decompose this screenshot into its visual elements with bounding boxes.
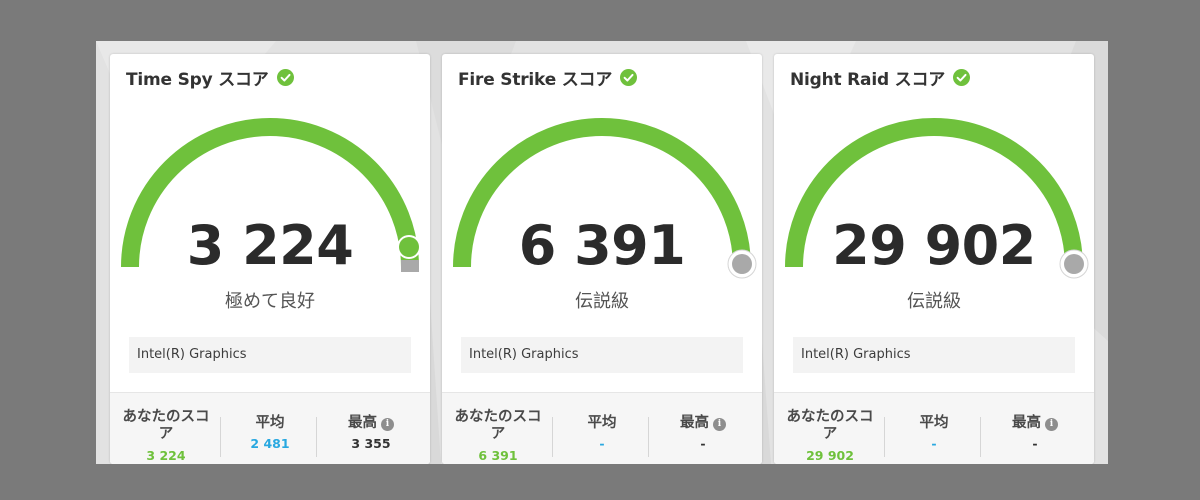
max-value: - <box>1032 436 1038 451</box>
gpu-name: Intel(R) Graphics <box>461 337 743 373</box>
average-stat: 平均 - <box>552 415 652 464</box>
card-title: Time Spy スコア <box>126 69 269 90</box>
score-comparison: あなたのスコア 6 391 平均 - 最高 i - <box>442 392 762 464</box>
gpu-name: Intel(R) Graphics <box>129 337 411 373</box>
score-rating: 伝説級 <box>907 291 961 312</box>
card-title: Fire Strike スコア <box>458 69 613 90</box>
score-comparison: あなたのスコア 29 902 平均 - 最高 i - <box>774 392 1094 464</box>
max-stat: 最高 i - <box>648 415 758 464</box>
score-value: 6 391 <box>518 214 686 277</box>
max-label: 最高 <box>1012 415 1041 431</box>
average-value: 2 481 <box>250 436 290 451</box>
average-value: - <box>599 436 605 451</box>
your-score-stat: あなたのスコア 3 224 <box>118 409 214 464</box>
card-header: Night Raid スコア <box>790 66 971 90</box>
average-stat: 平均 - <box>884 415 984 464</box>
average-stat: 平均 2 481 <box>220 415 320 464</box>
check-circle-icon <box>953 68 971 86</box>
results-panel: Time Spy スコア 3 224 極めて良好 Intel(R) Graphi… <box>96 41 1108 464</box>
info-icon[interactable]: i <box>1045 418 1058 431</box>
max-label: 最高 <box>348 415 377 431</box>
max-label-row: 最高 i <box>980 415 1090 432</box>
score-card-time-spy: Time Spy スコア 3 224 極めて良好 Intel(R) Graphi… <box>110 54 430 464</box>
max-label: 最高 <box>680 415 709 431</box>
card-header: Fire Strike スコア <box>458 66 638 90</box>
info-icon[interactable]: i <box>713 418 726 431</box>
check-circle-icon <box>620 68 638 86</box>
average-label: 平均 <box>919 415 949 431</box>
card-title: Night Raid スコア <box>790 69 946 90</box>
max-label-row: 最高 i <box>648 415 758 432</box>
your-score-stat: あなたのスコア 6 391 <box>450 409 546 464</box>
your-score-value: 29 902 <box>806 448 854 463</box>
score-rating: 伝説級 <box>575 291 629 312</box>
score-value: 3 224 <box>186 214 354 277</box>
check-circle-icon <box>276 68 294 86</box>
max-stat: 最高 i 3 355 <box>316 415 426 464</box>
card-header: Time Spy スコア <box>126 66 294 90</box>
your-score-value: 6 391 <box>478 448 518 463</box>
max-stat: 最高 i - <box>980 415 1090 464</box>
info-icon[interactable]: i <box>381 418 394 431</box>
your-score-value: 3 224 <box>146 448 186 463</box>
max-value: - <box>700 436 706 451</box>
average-value: - <box>931 436 937 451</box>
average-label: 平均 <box>587 415 617 431</box>
max-value: 3 355 <box>351 436 391 451</box>
your-score-label: あなたのスコア <box>786 409 874 442</box>
score-card-night-raid: Night Raid スコア 29 902 伝説級 Intel(R) Graph… <box>774 54 1094 464</box>
score-card-fire-strike: Fire Strike スコア 6 391 伝説級 Intel(R) Graph… <box>442 54 762 464</box>
your-score-label: あなたのスコア <box>454 409 542 442</box>
average-label: 平均 <box>255 415 285 431</box>
score-value: 29 902 <box>832 214 1036 277</box>
score-rating: 極めて良好 <box>225 291 315 312</box>
max-label-row: 最高 i <box>316 415 426 432</box>
your-score-stat: あなたのスコア 29 902 <box>782 409 878 464</box>
your-score-label: あなたのスコア <box>122 409 210 442</box>
score-comparison: あなたのスコア 3 224 平均 2 481 最高 i 3 355 <box>110 392 430 464</box>
gpu-name: Intel(R) Graphics <box>793 337 1075 373</box>
